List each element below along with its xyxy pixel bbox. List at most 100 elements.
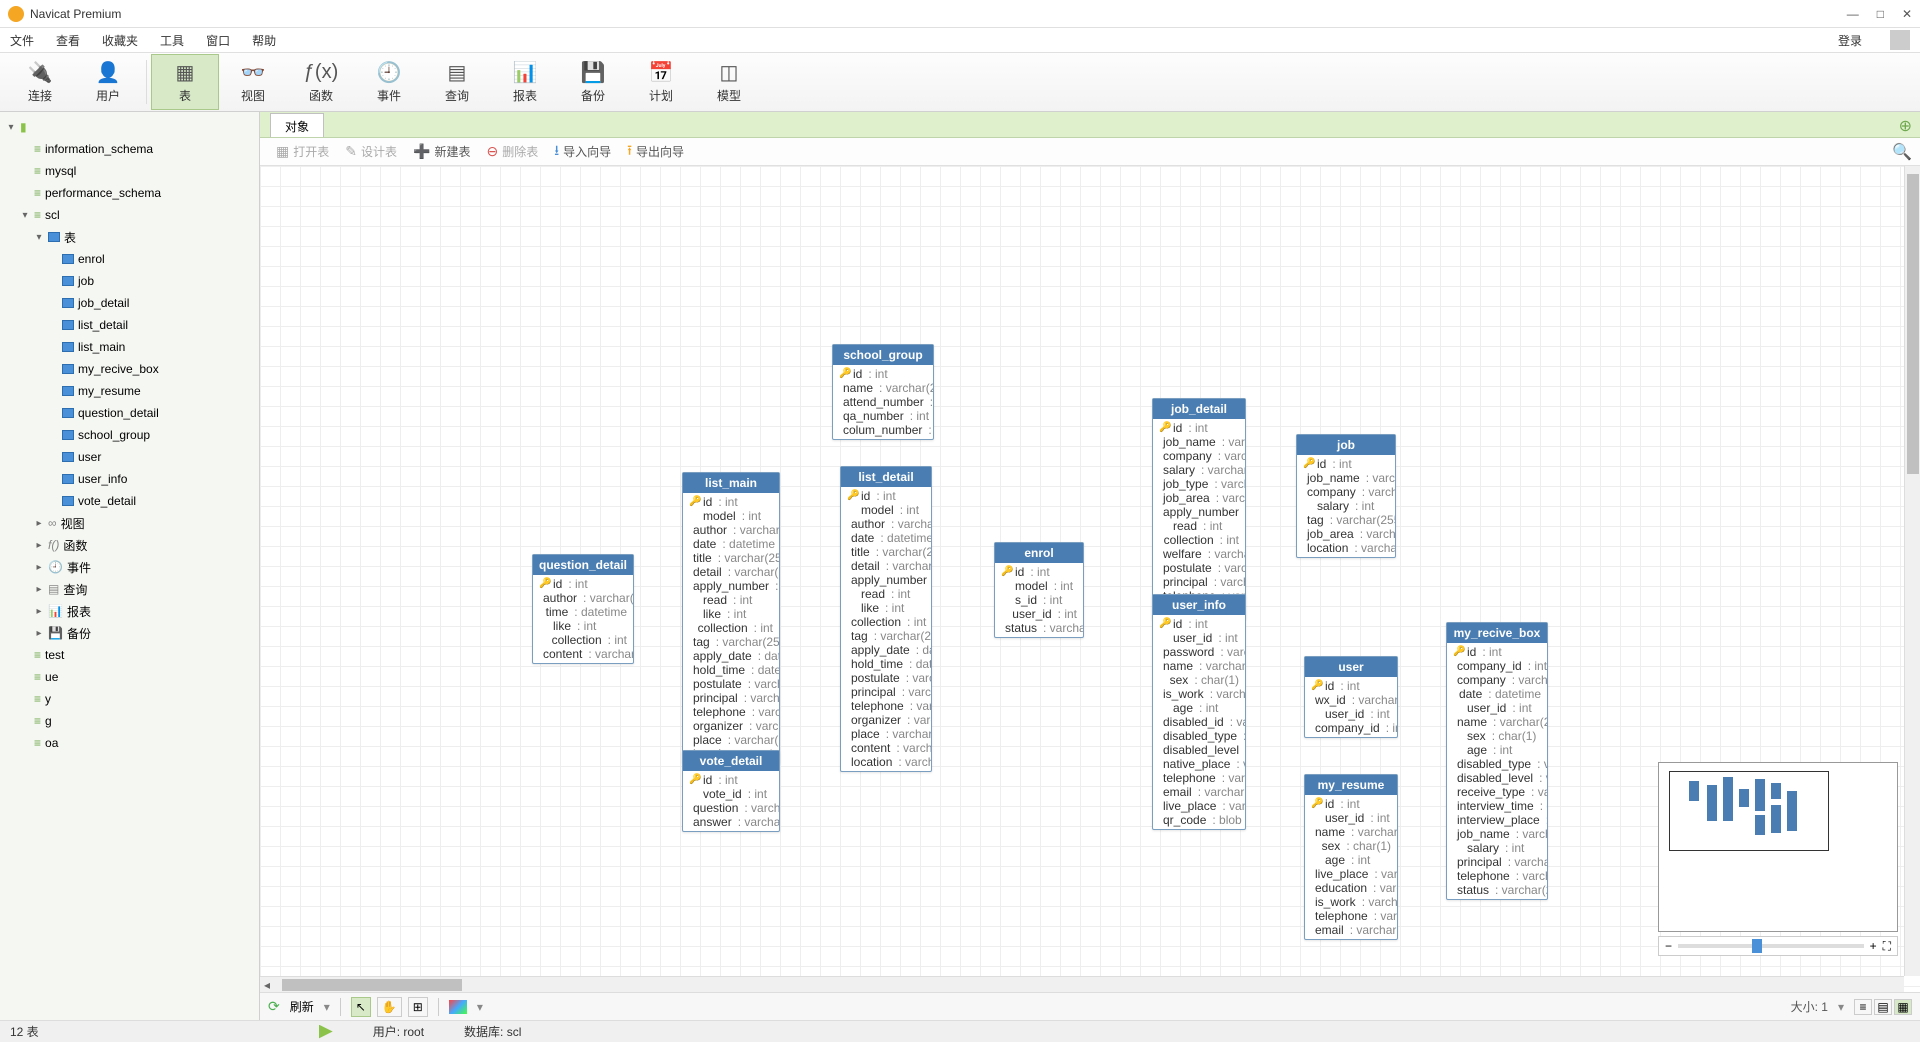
funcs-folder[interactable]: ▸f()函数	[34, 536, 259, 554]
zoom-out-icon[interactable]: −	[1665, 939, 1672, 953]
close-button[interactable]: ✕	[1902, 7, 1912, 21]
entity-my_resume[interactable]: my_resume🔑id: intuser_id: intname: varch…	[1304, 774, 1398, 940]
detail-view-button[interactable]: ▤	[1874, 999, 1892, 1015]
toolbar-user-button[interactable]: 👤用户	[74, 54, 142, 110]
toolbar-func-button[interactable]: ƒ(x)函数	[287, 54, 355, 110]
toolbar-report-button[interactable]: 📊报表	[491, 54, 559, 110]
add-tab-icon[interactable]: ⊕	[1899, 116, 1912, 136]
menu-file[interactable]: 文件	[10, 32, 34, 49]
refresh-icon[interactable]: ⟳	[268, 998, 280, 1015]
toolbar-table-button[interactable]: ▦表	[151, 54, 219, 110]
table-job[interactable]: job	[48, 272, 259, 290]
object-tree-sidebar[interactable]: ▾▮ ≡information_schema ≡mysql ≡performance_…	[0, 112, 260, 1020]
toolbar-backup-button[interactable]: 💾备份	[559, 54, 627, 110]
toolbar-model-button[interactable]: ◫模型	[695, 54, 763, 110]
db-oa[interactable]: ≡oa	[20, 734, 259, 752]
entity-header[interactable]: job	[1297, 435, 1395, 455]
table-list_detail[interactable]: list_detail	[48, 316, 259, 334]
list-view-button[interactable]: ≡	[1854, 999, 1872, 1015]
toolbar-connect-button[interactable]: 🔌连接	[6, 54, 74, 110]
db-test[interactable]: ≡test	[20, 646, 259, 664]
entity-header[interactable]: list_detail	[841, 467, 931, 487]
db-information_schema[interactable]: ≡information_schema	[20, 140, 259, 158]
db-mysql[interactable]: ≡mysql	[20, 162, 259, 180]
entity-header[interactable]: job_detail	[1153, 399, 1245, 419]
table-enrol[interactable]: enrol	[48, 250, 259, 268]
db-y[interactable]: ≡y	[20, 690, 259, 708]
db-scl[interactable]: ▾≡scl	[20, 206, 259, 224]
table-my_recive_box[interactable]: my_recive_box	[48, 360, 259, 378]
reports-folder[interactable]: ▸📊报表	[34, 602, 259, 620]
er-view-button[interactable]: ▦	[1894, 999, 1912, 1015]
toolbar-view-button[interactable]: 👓视图	[219, 54, 287, 110]
maximize-button[interactable]: □	[1877, 7, 1884, 21]
views-folder[interactable]: ▸∞视图	[34, 514, 259, 532]
minimize-button[interactable]: —	[1847, 7, 1859, 21]
layout-mode-button[interactable]: ⊞	[408, 997, 428, 1017]
entity-header[interactable]: my_recive_box	[1447, 623, 1547, 643]
menu-tools[interactable]: 工具	[160, 32, 184, 49]
zoom-handle[interactable]	[1752, 939, 1762, 953]
entity-my_recive_box[interactable]: my_recive_box🔑id: intcompany_id: intcomp…	[1446, 622, 1548, 900]
entity-header[interactable]: enrol	[995, 543, 1083, 563]
delete-table-button[interactable]: ⊖删除表	[480, 141, 544, 162]
entity-question_detail[interactable]: question_detail🔑id: intauthor: varchar(2…	[532, 554, 634, 664]
table-user_info[interactable]: user_info	[48, 470, 259, 488]
entity-list_detail[interactable]: list_detail🔑id: intmodel: intauthor: var…	[840, 466, 932, 772]
table-my_resume[interactable]: my_resume	[48, 382, 259, 400]
toolbar-query-button[interactable]: ▤查询	[423, 54, 491, 110]
entity-header[interactable]: question_detail	[533, 555, 633, 575]
v-scrollbar[interactable]	[1904, 166, 1920, 976]
search-icon[interactable]: 🔍	[1892, 142, 1912, 162]
zoom-in-icon[interactable]: +	[1870, 939, 1877, 953]
hand-mode-button[interactable]: ✋	[377, 997, 402, 1017]
new-table-button[interactable]: ➕新建表	[407, 141, 476, 162]
entity-enrol[interactable]: enrol🔑id: intmodel: ints_id: intuser_id:…	[994, 542, 1084, 638]
menu-window[interactable]: 窗口	[206, 32, 230, 49]
tab-objects[interactable]: 对象	[270, 113, 324, 137]
menu-help[interactable]: 帮助	[252, 32, 276, 49]
entity-user_info[interactable]: user_info🔑id: intuser_id: intpassword: v…	[1152, 594, 1246, 830]
login-link[interactable]: 登录	[1838, 32, 1862, 49]
table-job_detail[interactable]: job_detail	[48, 294, 259, 312]
open-table-button[interactable]: ▦打开表	[270, 141, 335, 162]
entity-vote_detail[interactable]: vote_detail🔑id: intvote_id: intquestion:…	[682, 750, 780, 832]
entity-header[interactable]: list_main	[683, 473, 779, 493]
db-performance_schema[interactable]: ≡performance_schema	[20, 184, 259, 202]
menu-fav[interactable]: 收藏夹	[102, 32, 138, 49]
tables-folder[interactable]: ▾表	[34, 228, 259, 246]
entity-header[interactable]: school_group	[833, 345, 933, 365]
design-table-button[interactable]: ✎设计表	[339, 141, 403, 162]
h-scrollbar[interactable]: ◂	[260, 976, 1904, 992]
zoom-fit-icon[interactable]: ⛶	[1883, 939, 1891, 954]
events-folder[interactable]: ▸🕘事件	[34, 558, 259, 576]
connection-node[interactable]: ▾▮	[6, 118, 259, 136]
zoom-slider[interactable]	[1678, 944, 1864, 948]
entity-header[interactable]: vote_detail	[683, 751, 779, 771]
db-ue[interactable]: ≡ue	[20, 668, 259, 686]
table-user[interactable]: user	[48, 448, 259, 466]
entity-job[interactable]: job🔑id: intjob_name: varcha...company: v…	[1296, 434, 1396, 558]
entity-header[interactable]: my_resume	[1305, 775, 1397, 795]
zoom-bar[interactable]: − + ⛶	[1658, 936, 1898, 956]
table-vote_detail[interactable]: vote_detail	[48, 492, 259, 510]
table-school_group[interactable]: school_group	[48, 426, 259, 444]
entity-job_detail[interactable]: job_detail🔑id: intjob_name: varcha...com…	[1152, 398, 1246, 620]
minimap[interactable]	[1658, 762, 1898, 932]
backups-folder[interactable]: ▸💾备份	[34, 624, 259, 642]
table-question_detail[interactable]: question_detail	[48, 404, 259, 422]
import-wizard-button[interactable]: ⭳导入向导	[548, 138, 617, 166]
entity-header[interactable]: user_info	[1153, 595, 1245, 615]
refresh-label[interactable]: 刷新	[290, 998, 314, 1015]
entity-list_main[interactable]: list_main🔑id: intmodel: intauthor: varch…	[682, 472, 780, 764]
table-list_main[interactable]: list_main	[48, 338, 259, 356]
menu-view[interactable]: 查看	[56, 32, 80, 49]
toolbar-plan-button[interactable]: 📅计划	[627, 54, 695, 110]
entity-school_group[interactable]: school_group🔑id: intname: varchar(255)at…	[832, 344, 934, 440]
entity-user[interactable]: user🔑id: intwx_id: varchar(255)user_id: …	[1304, 656, 1398, 738]
toolbar-event-button[interactable]: 🕘事件	[355, 54, 423, 110]
export-wizard-button[interactable]: ⭱导出向导	[621, 138, 690, 166]
pointer-mode-button[interactable]: ↖	[351, 997, 371, 1017]
queries-folder[interactable]: ▸▤查询	[34, 580, 259, 598]
entity-header[interactable]: user	[1305, 657, 1397, 677]
